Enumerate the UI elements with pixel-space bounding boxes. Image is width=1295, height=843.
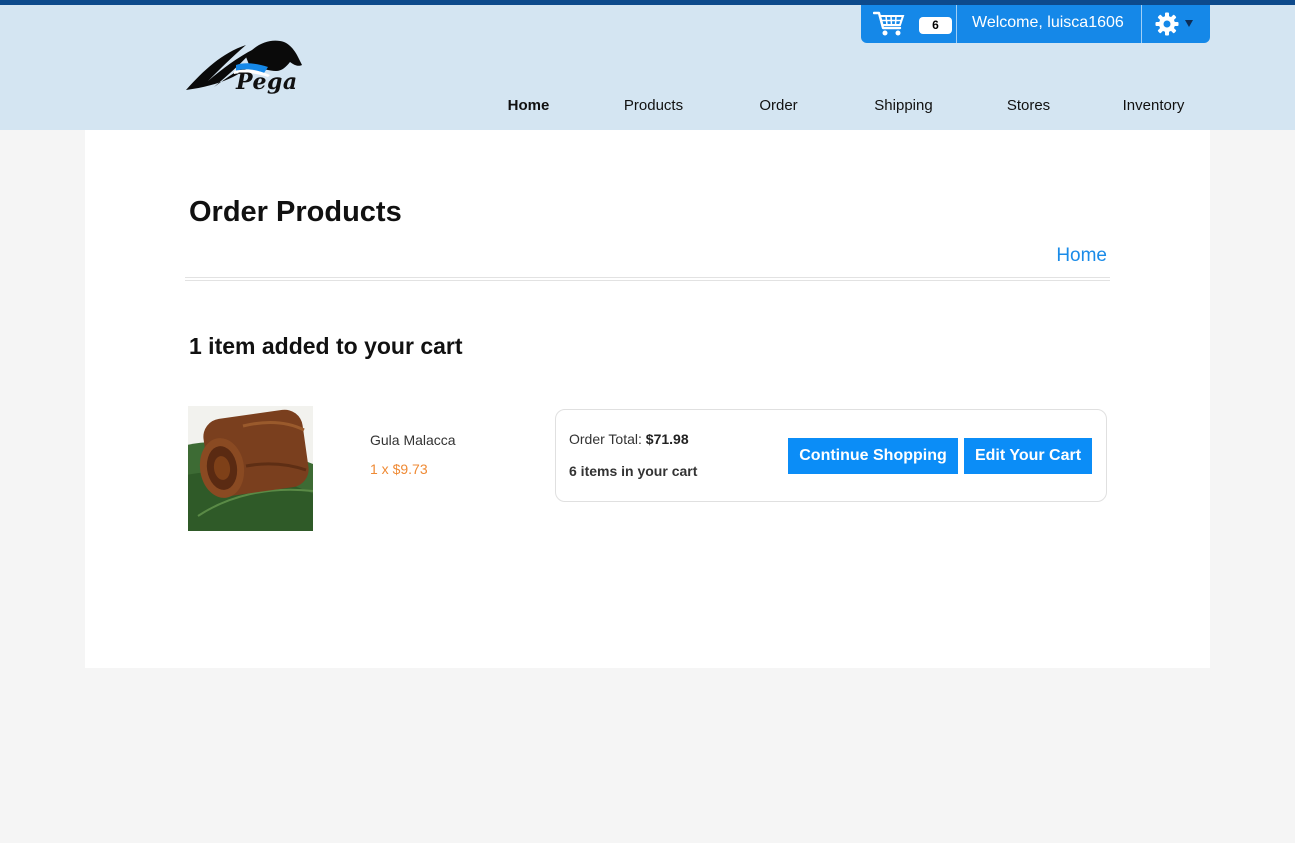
nav-stores[interactable]: Stores — [966, 97, 1091, 114]
shopping-cart-icon — [872, 11, 905, 36]
order-total: Order Total: $71.98 — [569, 431, 689, 447]
pega-logo[interactable]: Pega — [184, 35, 314, 103]
settings-menu-button[interactable] — [1154, 11, 1202, 37]
nav-inventory[interactable]: Inventory — [1091, 97, 1216, 114]
cart-items-count: 6 items in your cart — [569, 463, 698, 479]
user-bar: 6 Welcome, luisca1606 — [861, 5, 1210, 43]
product-image[interactable] — [188, 406, 313, 531]
nav-shipping[interactable]: Shipping — [841, 97, 966, 114]
main-nav: Home Products Order Shipping Stores Inve… — [466, 97, 1216, 119]
brand-name: Pega — [236, 69, 298, 95]
continue-shopping-button[interactable]: Continue Shopping — [788, 438, 958, 474]
title-divider — [185, 277, 1110, 281]
chevron-down-icon — [1185, 20, 1193, 27]
nav-order[interactable]: Order — [716, 97, 841, 114]
edit-cart-button[interactable]: Edit Your Cart — [964, 438, 1092, 474]
divider — [956, 5, 957, 43]
page-title: Order Products — [189, 196, 402, 228]
nav-home[interactable]: Home — [466, 97, 591, 114]
order-total-label: Order Total: — [569, 431, 642, 447]
product-qty-price: 1 x $9.73 — [370, 461, 428, 477]
cart-button[interactable]: 6 — [872, 9, 952, 39]
cart-summary-box: Order Total: $71.98 6 items in your cart… — [555, 409, 1107, 502]
breadcrumb-home-link[interactable]: Home — [1056, 245, 1107, 267]
product-name: Gula Malacca — [370, 432, 456, 448]
gear-icon — [1155, 12, 1179, 36]
content-panel: Order Products Home 1 item added to your… — [85, 130, 1210, 668]
order-total-value: $71.98 — [645, 431, 689, 447]
divider — [1141, 5, 1142, 43]
welcome-text: Welcome, luisca1606 — [972, 14, 1124, 31]
nav-products[interactable]: Products — [591, 97, 716, 114]
cart-added-heading: 1 item added to your cart — [189, 333, 463, 359]
gula-malacca-image — [188, 406, 313, 531]
cart-count-badge: 6 — [919, 17, 952, 34]
